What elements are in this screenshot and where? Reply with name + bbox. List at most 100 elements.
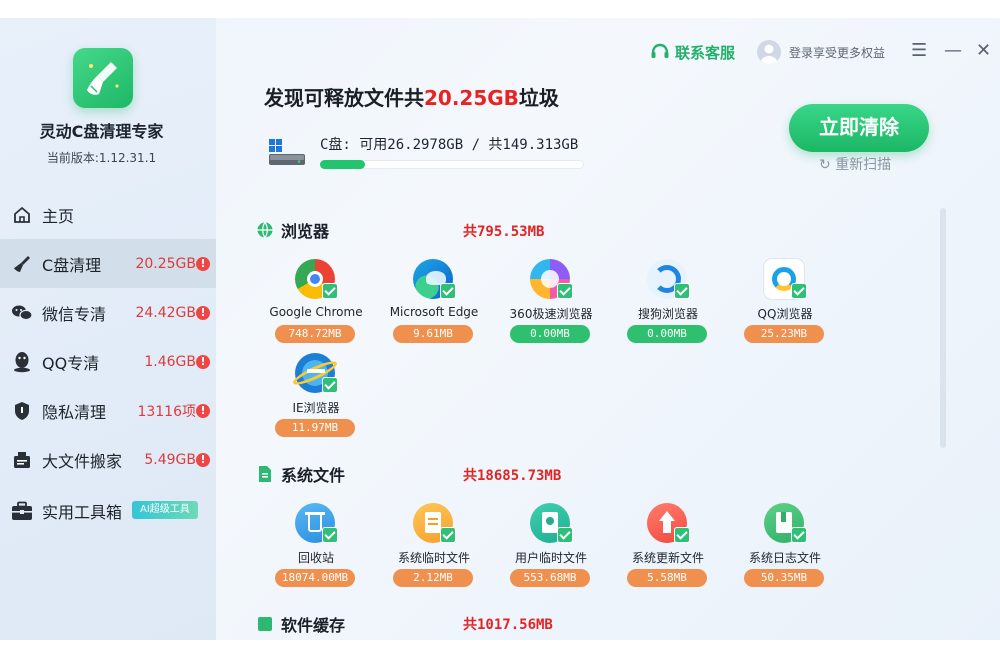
app-title: 灵动C盘清理专家 xyxy=(39,122,164,141)
main-scrollbar[interactable] xyxy=(940,208,946,448)
section-total-software-cache: 共1017.56MB xyxy=(463,617,553,633)
checkbox-checked-icon[interactable] xyxy=(557,527,573,543)
headline-prefix: 发现可释放文件共 xyxy=(264,86,424,110)
alert-icon: ! xyxy=(196,305,210,320)
clean-item-name: Microsoft Edge xyxy=(389,305,479,319)
alert-icon: ! xyxy=(196,354,210,369)
clean-item-qq-browser[interactable]: QQ浏览器 25.23MB xyxy=(735,259,835,359)
drive-capacity-text: C盘: 可用26.2978GB / 共149.313GB xyxy=(320,137,579,153)
clean-now-button[interactable]: 立即清除 xyxy=(789,104,929,152)
contact-service-label: 联系客服 xyxy=(675,43,736,62)
clean-item-name: 搜狗浏览器 xyxy=(637,307,698,321)
checkbox-checked-icon[interactable] xyxy=(440,527,456,543)
app-version: 当前版本:1.12.31.1 xyxy=(46,151,157,165)
qq-icon xyxy=(11,351,33,373)
clean-item-size: 0.00MB xyxy=(510,325,590,343)
scan-result-headline: 发现可释放文件共20.25GB垃圾 xyxy=(264,82,559,111)
section-title-browsers: 浏览器 xyxy=(256,218,329,242)
clean-item-system-log[interactable]: 系统日志文件 50.35MB xyxy=(735,503,835,603)
sidebar: 灵动C盘清理专家 当前版本:1.12.31.1 主页 C盘清理 20.25GB … xyxy=(0,18,216,640)
app-window: 灵动C盘清理专家 当前版本:1.12.31.1 主页 C盘清理 20.25GB … xyxy=(0,18,1000,640)
sidebar-item-privacy-clean[interactable]: 隐私清理 13116项 ! xyxy=(0,386,216,435)
menu-icon[interactable]: ☰ xyxy=(911,40,927,61)
wechat-icon xyxy=(11,302,33,324)
cache-icon xyxy=(256,615,274,633)
section-title-label: 系统文件 xyxy=(281,466,346,485)
section-total-browsers: 共795.53MB xyxy=(463,224,545,240)
sidebar-item-toolbox[interactable]: 实用工具箱 AI超级工具 xyxy=(0,486,216,535)
file-move-icon xyxy=(11,449,33,471)
rescan-label: 重新扫描 xyxy=(835,157,892,173)
ai-tools-badge[interactable]: AI超级工具 xyxy=(132,501,198,519)
clean-item-user-temp[interactable]: 用户临时文件 553.68MB xyxy=(501,503,601,603)
section-title-label: 软件缓存 xyxy=(281,616,346,635)
toolbox-icon xyxy=(11,500,33,522)
clean-item-ie[interactable]: IE浏览器 11.97MB xyxy=(266,353,366,453)
sidebar-item-label: QQ专清 xyxy=(42,353,100,373)
clean-item-name: 系统日志文件 xyxy=(748,551,821,565)
clean-item-size: 50.35MB xyxy=(744,569,824,587)
checkbox-checked-icon[interactable] xyxy=(674,527,690,543)
clean-item-recycle-bin[interactable]: 回收站 18074.00MB xyxy=(266,503,366,603)
clean-item-system-update[interactable]: 系统更新文件 5.58MB xyxy=(618,503,718,603)
headline-amount: 20.25GB xyxy=(424,86,519,110)
system-file-icon xyxy=(256,465,274,483)
sidebar-item-c-drive-clean[interactable]: C盘清理 20.25GB ! xyxy=(0,239,216,288)
checkbox-checked-icon[interactable] xyxy=(674,283,690,299)
checkbox-checked-icon[interactable] xyxy=(322,527,338,543)
clean-item-name: IE浏览器 xyxy=(292,401,340,415)
avatar-icon xyxy=(757,40,781,64)
clean-item-name: 360极速浏览器 xyxy=(509,307,593,321)
clean-item-size: 553.68MB xyxy=(510,569,590,587)
clean-item-size: 0.00MB xyxy=(627,325,707,343)
clean-item-edge[interactable]: Microsoft Edge 9.61MB xyxy=(384,259,484,359)
header-actions: 联系客服 登录享受更多权益 xyxy=(650,40,885,64)
checkbox-checked-icon[interactable] xyxy=(322,283,338,299)
login-label: 登录享受更多权益 xyxy=(789,45,886,60)
sidebar-item-size: 24.42GB xyxy=(135,304,196,321)
section-title-system-files: 系统文件 xyxy=(256,462,345,486)
sidebar-item-wechat-clean[interactable]: 微信专清 24.42GB ! xyxy=(0,288,216,337)
close-button[interactable]: ✕ xyxy=(976,40,991,61)
alert-icon: ! xyxy=(196,403,210,418)
login-button[interactable]: 登录享受更多权益 xyxy=(757,40,885,64)
sidebar-item-size: 20.25GB xyxy=(135,255,196,272)
sidebar-item-label: 微信专清 xyxy=(42,304,107,324)
refresh-icon: ↻ xyxy=(819,157,831,173)
drive-usage-bar xyxy=(320,160,584,169)
sidebar-item-qq-clean[interactable]: QQ专清 1.46GB ! xyxy=(0,337,216,386)
sidebar-item-label: 隐私清理 xyxy=(42,402,107,422)
clean-item-size: 25.23MB xyxy=(744,325,824,343)
checkbox-checked-icon[interactable] xyxy=(440,283,456,299)
checkbox-checked-icon[interactable] xyxy=(791,527,807,543)
alert-icon: ! xyxy=(196,256,210,271)
sidebar-item-label: 实用工具箱 xyxy=(42,502,123,522)
clean-item-chrome[interactable]: Google Chrome 748.72MB xyxy=(266,259,366,359)
clean-item-360-browser[interactable]: 360极速浏览器 0.00MB xyxy=(501,259,601,359)
contact-service-button[interactable]: 联系客服 xyxy=(650,42,735,63)
clean-item-name: 用户临时文件 xyxy=(514,551,587,565)
clean-item-size: 5.58MB xyxy=(627,569,707,587)
section-title-label: 浏览器 xyxy=(281,222,330,241)
sidebar-item-label: 大文件搬家 xyxy=(42,451,123,471)
rescan-button[interactable]: ↻ 重新扫描 xyxy=(819,154,891,174)
checkbox-checked-icon[interactable] xyxy=(791,283,807,299)
clean-item-name: 回收站 xyxy=(297,551,334,565)
minimize-button[interactable]: — xyxy=(944,40,962,61)
checkbox-checked-icon[interactable] xyxy=(322,377,338,393)
shield-icon xyxy=(11,400,33,422)
drive-icon xyxy=(268,135,306,167)
alert-icon: ! xyxy=(196,452,210,467)
clean-item-name: 系统更新文件 xyxy=(631,551,704,565)
clean-item-name: Google Chrome xyxy=(269,305,363,319)
section-total-system-files: 共18685.73MB xyxy=(463,468,562,484)
checkbox-checked-icon[interactable] xyxy=(557,283,573,299)
clean-item-system-temp[interactable]: 系统临时文件 2.12MB xyxy=(384,503,484,603)
clean-item-name: QQ浏览器 xyxy=(757,307,813,321)
clean-item-sogou-browser[interactable]: 搜狗浏览器 0.00MB xyxy=(618,259,718,359)
sidebar-item-label: C盘清理 xyxy=(42,255,102,275)
clean-item-size: 9.61MB xyxy=(393,325,473,343)
sidebar-item-large-file-move[interactable]: 大文件搬家 5.49GB ! xyxy=(0,435,216,484)
clean-item-size: 2.12MB xyxy=(393,569,473,587)
sidebar-item-home[interactable]: 主页 xyxy=(0,190,216,239)
